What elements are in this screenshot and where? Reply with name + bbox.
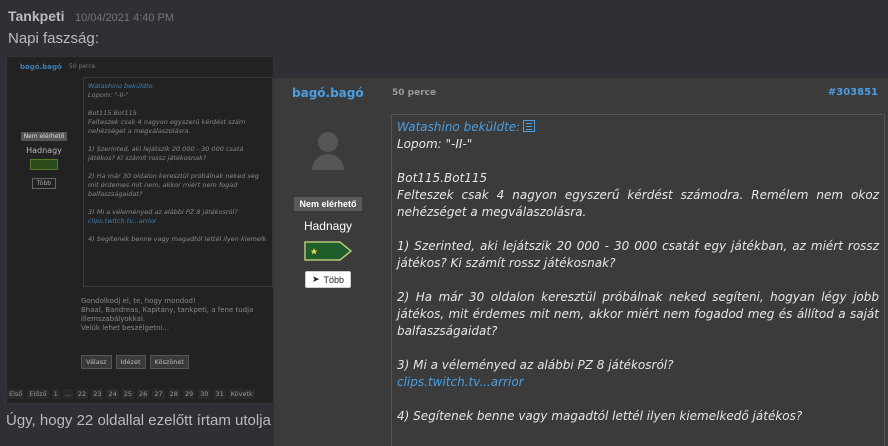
bg-post-line: Watashino beküldte:: [88, 82, 155, 90]
bg-page-link[interactable]: 29: [182, 389, 196, 399]
bg-footer-line: Bhaal, Bandreas, Kapitány, tankpeti, a f…: [81, 306, 254, 314]
status-badge: Nem elérhető: [294, 197, 362, 211]
bg-action-buttons: Válasz Idézet Köszönet: [81, 355, 189, 369]
bg-action-button[interactable]: Idézet: [115, 355, 146, 369]
bg-page-link[interactable]: ...: [62, 389, 73, 399]
bg-page-link[interactable]: 23: [91, 389, 104, 399]
bg-footer-line: Velük lehet beszélgetni...: [81, 324, 170, 332]
avatar-placeholder-icon: [312, 132, 344, 172]
bg-page-link[interactable]: 26: [137, 389, 150, 399]
bg-footer-line: Gondolkodj el, te, hogy mondod!: [81, 297, 196, 305]
bg-page-link[interactable]: 27: [152, 389, 165, 399]
bg-post-line: 1) Szerinted, aki lejátszik 20 000 - 30 …: [88, 145, 244, 153]
send-icon: ➤: [311, 274, 320, 284]
post-age: 50 perce: [392, 88, 437, 98]
twitch-clip-link[interactable]: clips.twitch.tv...arrior: [397, 374, 879, 391]
forum-post-overlay[interactable]: bagó.bagó 50 perce #303851 Nem elérhető …: [274, 78, 888, 446]
post-content: Watashino beküldte: Lopom: "-II-" Bot115…: [391, 114, 885, 446]
bg-page-link[interactable]: 1: [51, 389, 60, 399]
bg-page-link[interactable]: 30: [198, 389, 211, 399]
more-button[interactable]: ➤ Több: [304, 271, 352, 288]
post-username[interactable]: bagó.bagó: [292, 86, 364, 100]
post-line: Lopom: "-II-": [397, 137, 473, 151]
bg-page-link[interactable]: Követk: [228, 389, 255, 399]
bg-post-line: [88, 136, 268, 145]
bg-post-line: 4) Segítenek benne vagy magadtól lettél …: [88, 235, 267, 243]
post-line: 4) Segítenek benne vagy magadtól lettél …: [397, 409, 803, 423]
bg-post-line: clips.twitch.tv...arrior: [88, 217, 157, 225]
background-forum-embed[interactable]: bagó.bagó 50 perce Nem elérhető Hadnagy …: [6, 56, 274, 404]
post-line: Felteszek csak 4 nagyon egyszerű kérdést…: [397, 188, 879, 219]
chat-timestamp: 10/04/2021 4:40 PM: [74, 12, 175, 24]
bg-pagination: Első Előző 1... 22 23 24 25 26 27 28 29 30 31 Követk: [7, 389, 255, 399]
rank-title: Hadnagy: [303, 219, 353, 233]
bg-page-link[interactable]: Első: [7, 389, 25, 399]
bg-post-body: Watashino beküldte: Lopom: "-II-" Bot115.…: [83, 77, 273, 287]
bg-post-line: [88, 100, 268, 109]
bg-page-link[interactable]: 25: [121, 389, 135, 399]
bg-user-sidebar: Nem elérhető Hadnagy Több: [11, 123, 77, 189]
bg-page-link[interactable]: 22: [75, 389, 89, 399]
bg-post-line: [88, 226, 268, 235]
bg-post-footer: Gondolkodj el, te, hogy mondod! Bhaal, Ba…: [81, 297, 271, 333]
bg-post-line: játékos? Ki számít rossz játékosnak?: [88, 154, 207, 162]
bg-page-link[interactable]: 24: [106, 389, 119, 399]
post-line: 3) Mi a véleményed az alábbi PZ 8 játéko…: [397, 358, 674, 372]
bg-post-line: balfaszságaidat?: [88, 190, 143, 198]
user-sidebar: Nem elérhető Hadnagy ➤ Több: [284, 112, 372, 288]
bg-rank: Hadnagy: [26, 146, 62, 155]
bg-page-link[interactable]: Előző: [27, 389, 49, 399]
bg-status-badge: Nem elérhető: [20, 132, 68, 141]
chat-message-text-bottom: Úgy, hogy 22 oldallal ezelőtt írtam utol…: [6, 412, 271, 429]
bg-post-line: [88, 163, 268, 172]
chat-message-header: Tankpeti 10/04/2021 4:40 PM: [8, 8, 174, 25]
rank-flag-icon: [304, 241, 352, 261]
bg-post-line: [88, 199, 268, 208]
bg-page-link[interactable]: 28: [167, 389, 180, 399]
bg-post-line: nehézséget a megválaszolásra.: [88, 127, 191, 135]
bg-footer-line: illemszabályokkal.: [81, 315, 146, 323]
chat-message-text: Napi faszság:: [8, 30, 99, 47]
bg-action-button[interactable]: Köszönet: [149, 355, 189, 369]
bg-post-line: 3) Mi a véleményed az alábbi PZ 8 játéko…: [88, 208, 238, 216]
post-id-link[interactable]: #303851: [828, 87, 878, 98]
bg-post-age: 50 perce: [69, 63, 96, 70]
more-button-label: Több: [323, 274, 345, 285]
quote-author-link[interactable]: Watashino beküldte:: [397, 120, 520, 134]
post-line: 2) Ha már 30 oldalon keresztül próbálnak…: [397, 290, 879, 338]
bg-post-line: Bot115.Bot115: [88, 109, 137, 117]
bg-post-line: Lopom: "-II-": [88, 91, 129, 99]
bg-action-button[interactable]: Válasz: [81, 355, 112, 369]
post-line: Bot115.Bot115: [397, 171, 488, 185]
bg-rank-flag-icon: [30, 159, 58, 170]
chat-author[interactable]: Tankpeti: [8, 8, 65, 24]
post-line: 1) Szerinted, aki lejátszik 20 000 - 30 …: [397, 239, 879, 270]
bg-post-user: bagó.bagó: [20, 63, 62, 71]
bg-post-line: Felteszek csak 4 nagyon egyszerű kérdést…: [88, 118, 246, 126]
bg-post-line: mit érdemes mit nem, akkor miért nem fog…: [88, 181, 238, 189]
bg-more-button: Több: [31, 178, 57, 189]
quote-source-icon[interactable]: [523, 120, 536, 132]
bg-page-link[interactable]: 31: [213, 389, 226, 399]
bg-post-line: 2) Ha már 30 oldalon keresztül próbálnak…: [88, 172, 259, 180]
